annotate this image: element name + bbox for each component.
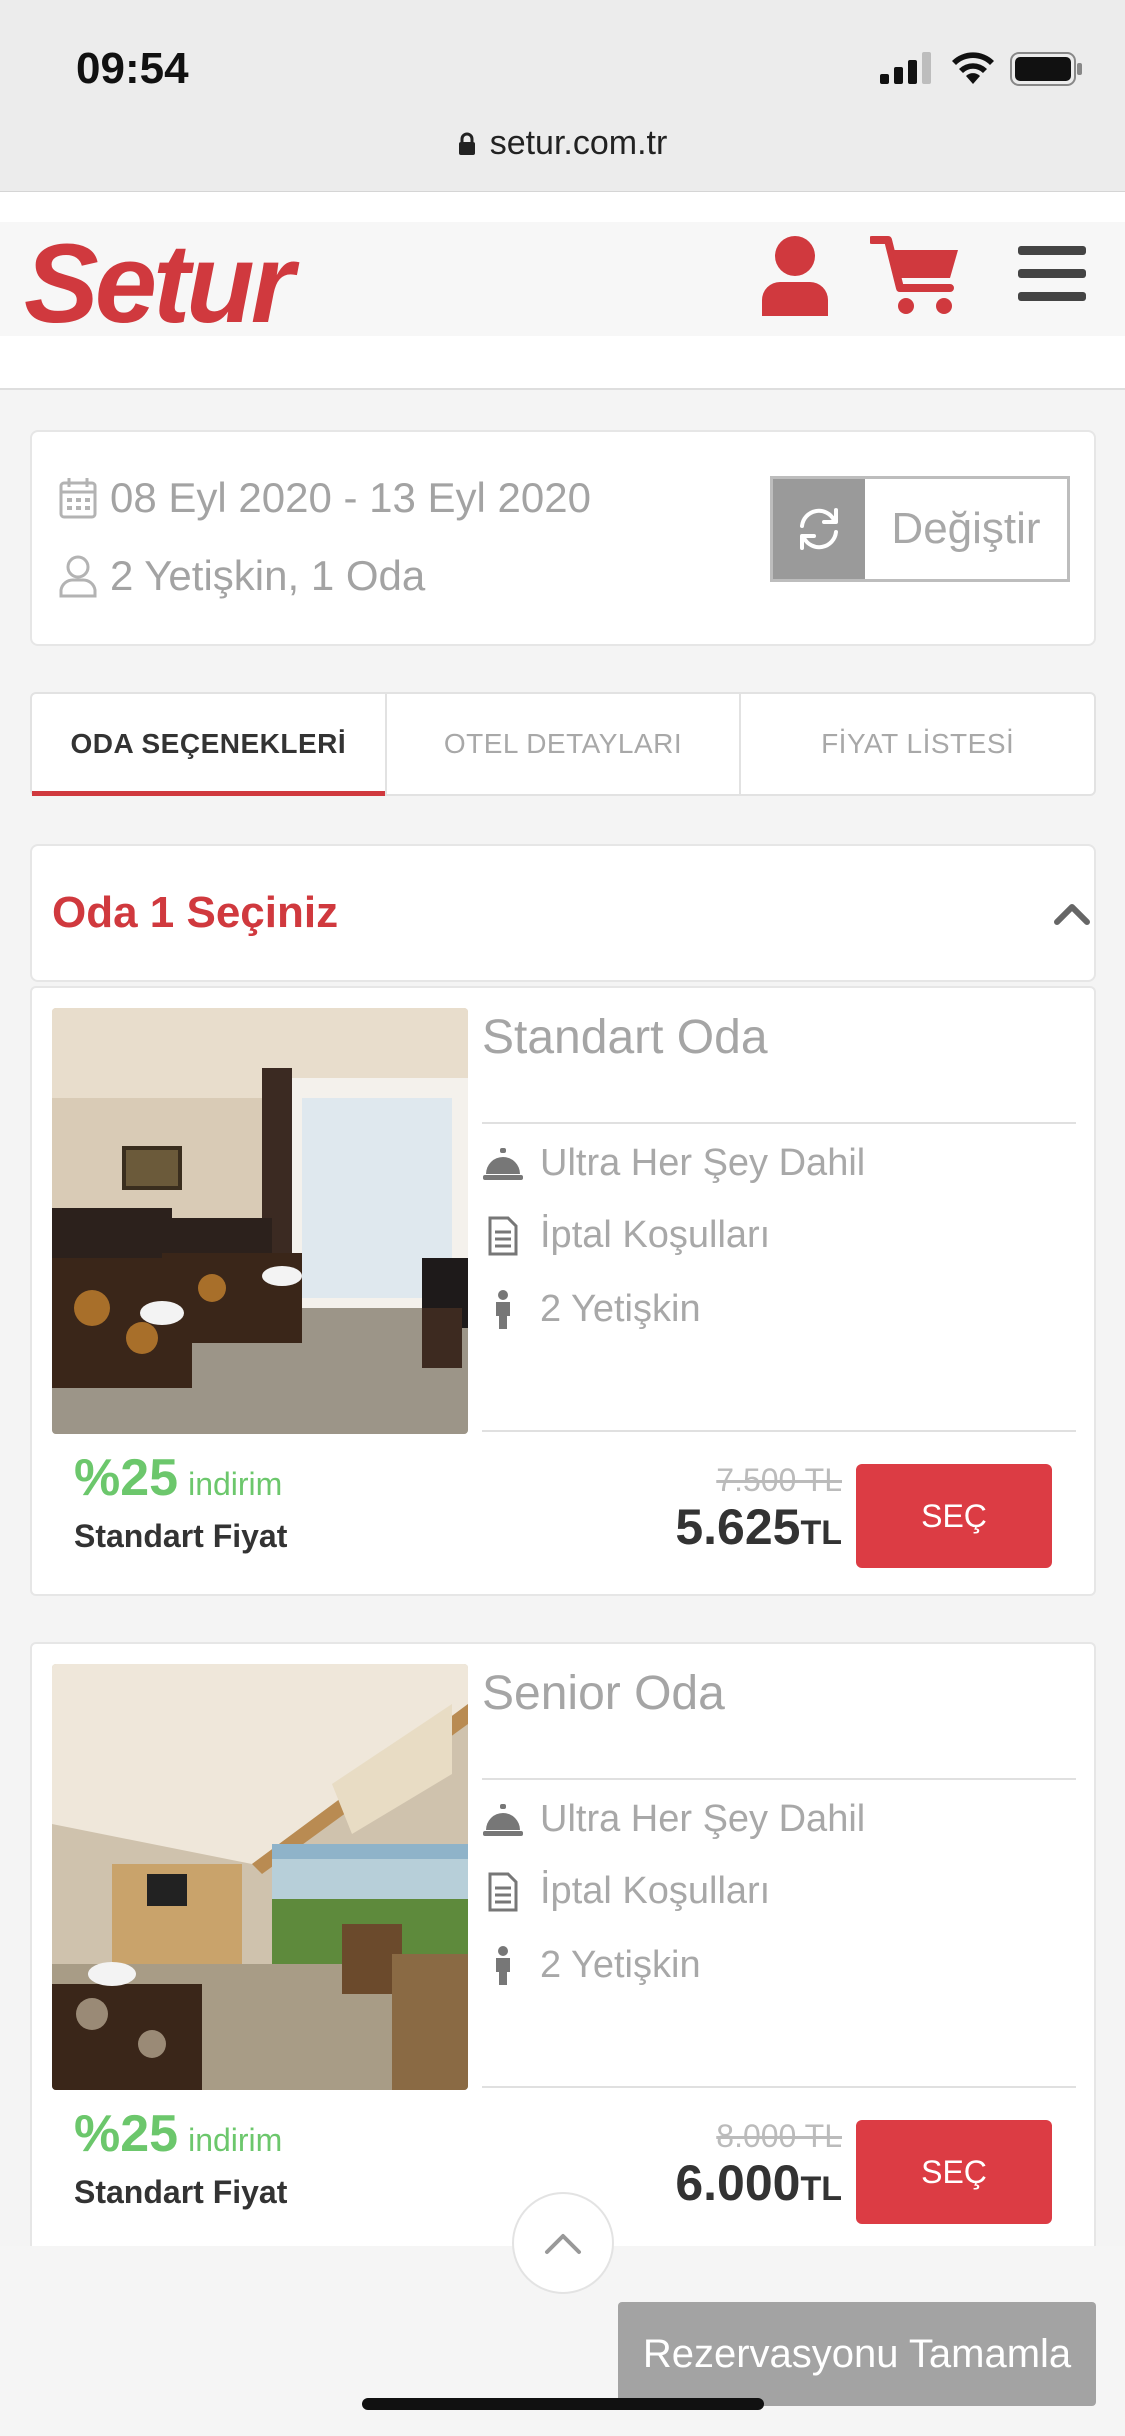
- room-divider: [482, 1778, 1076, 1780]
- search-summary-card: 08 Eyl 2020 - 13 Eyl 2020 2 Yetişkin, 1 …: [30, 430, 1096, 646]
- select-room-button[interactable]: SEÇ: [856, 1464, 1052, 1568]
- url-text[interactable]: setur.com.tr: [0, 120, 1125, 166]
- room-photo[interactable]: [52, 1664, 468, 2090]
- discount-badge: %25 indirim: [74, 2104, 282, 2164]
- setur-logo[interactable]: Setur: [20, 232, 350, 332]
- discount-word: indirim: [188, 1466, 283, 1502]
- new-price-currency: TL: [800, 1514, 842, 1552]
- feature-board: Ultra Her Şey Dahil: [482, 1142, 865, 1185]
- hotel-tabs: ODA SEÇENEKLERİ OTEL DETAYLARI FİYAT LİS…: [30, 692, 1096, 796]
- tab-hotel-details[interactable]: OTEL DETAYLARI: [387, 694, 742, 794]
- feature-cancellation-label: İptal Koşulları: [540, 1870, 771, 1912]
- room-service-bell-icon: [483, 1147, 523, 1180]
- room-divider: [482, 1122, 1076, 1124]
- new-price-value: 6.000: [675, 2155, 801, 2211]
- new-price-currency: TL: [800, 2170, 842, 2208]
- room-name: Senior Oda: [482, 1667, 725, 1720]
- feature-guests-label: 2 Yetişkin: [540, 1944, 701, 1986]
- discount-word: indirim: [188, 2122, 283, 2158]
- room-card-standart: Standart Oda Ultra Her Şey Dahil İptal K…: [30, 986, 1096, 1596]
- hamburger-menu-icon[interactable]: [1018, 244, 1086, 304]
- person-icon: [59, 555, 97, 598]
- fare-type: Standart Fiyat: [74, 2174, 288, 2210]
- lock-icon: [458, 132, 475, 155]
- discount-percent: %25: [74, 2105, 179, 2163]
- document-icon: [488, 1216, 518, 1255]
- new-price: 5.625TL: [592, 1498, 842, 1556]
- tab-price-list[interactable]: FİYAT LİSTESİ: [741, 694, 1094, 794]
- adult-person-icon: [496, 1945, 510, 1985]
- guest-summary: 2 Yetişkin, 1 Oda: [110, 552, 426, 599]
- tab-room-options[interactable]: ODA SEÇENEKLERİ: [32, 694, 387, 796]
- room-photo-image: [52, 1008, 468, 1434]
- feature-board-label: Ultra Her Şey Dahil: [540, 1142, 866, 1184]
- chevron-up-icon[interactable]: [1052, 898, 1092, 928]
- old-price: 8.000 TL: [716, 2118, 842, 2154]
- select-room-button[interactable]: SEÇ: [856, 2120, 1052, 2224]
- room-name: Standart Oda: [482, 1011, 768, 1064]
- guests-row: 2 Yetişkin, 1 Oda: [58, 552, 425, 600]
- discount-percent: %25: [74, 1449, 179, 1507]
- fare-type: Standart Fiyat: [74, 1518, 288, 1554]
- wifi-icon: [952, 52, 994, 84]
- feature-cancellation[interactable]: İptal Koşulları: [482, 1214, 770, 1257]
- feature-guests: 2 Yetişkin: [482, 1944, 701, 1987]
- change-search-button[interactable]: Değiştir: [770, 476, 1070, 582]
- refresh-icon: [800, 508, 838, 550]
- discount-badge: %25 indirim: [74, 1448, 282, 1508]
- old-price: 7.500 TL: [716, 1462, 842, 1498]
- feature-cancellation-label: İptal Koşulları: [540, 1214, 771, 1256]
- feature-guests-label: 2 Yetişkin: [540, 1288, 701, 1330]
- calendar-icon: [59, 478, 97, 519]
- room-selection-header[interactable]: Oda 1 Seçiniz: [30, 844, 1096, 982]
- adult-person-icon: [496, 1289, 510, 1329]
- room-card-senior: Senior Oda Ultra Her Şey Dahil İptal Koş…: [30, 1642, 1096, 2252]
- price-divider: [482, 2086, 1076, 2088]
- cellular-signal-icon: [880, 52, 931, 84]
- user-account-icon[interactable]: [760, 234, 830, 316]
- room-photo[interactable]: [52, 1008, 468, 1434]
- room-selection-title: Oda 1 Seçiniz: [52, 888, 339, 937]
- site-header: Setur: [0, 222, 1125, 336]
- url-label: setur.com.tr: [489, 124, 668, 162]
- feature-board-label: Ultra Her Şey Dahil: [540, 1798, 866, 1840]
- complete-reservation-button[interactable]: Rezervasyonu Tamamla: [618, 2302, 1096, 2406]
- price-divider: [482, 1430, 1076, 1432]
- scroll-to-top-button[interactable]: [512, 2192, 614, 2294]
- new-price-value: 5.625: [675, 1499, 801, 1555]
- status-time: 09:54: [76, 44, 189, 93]
- room-service-bell-icon: [483, 1803, 523, 1836]
- feature-board: Ultra Her Şey Dahil: [482, 1798, 865, 1841]
- new-price: 6.000TL: [592, 2154, 842, 2212]
- svg-text:Setur: Setur: [24, 232, 300, 332]
- change-label: Değiştir: [891, 504, 1041, 553]
- shopping-cart-icon[interactable]: [870, 234, 962, 316]
- status-bar: 09:54: [0, 0, 1125, 120]
- battery-icon: [1010, 52, 1082, 86]
- refresh-icon-box: [773, 479, 865, 579]
- document-icon: [488, 1872, 518, 1911]
- home-indicator: [362, 2398, 764, 2410]
- date-range: 08 Eyl 2020 - 13 Eyl 2020: [110, 474, 591, 521]
- room-photo-image: [52, 1664, 468, 2090]
- date-range-row: 08 Eyl 2020 - 13 Eyl 2020: [58, 474, 591, 522]
- feature-guests: 2 Yetişkin: [482, 1288, 701, 1331]
- chevron-up-icon: [545, 2234, 581, 2254]
- feature-cancellation[interactable]: İptal Koşulları: [482, 1870, 770, 1913]
